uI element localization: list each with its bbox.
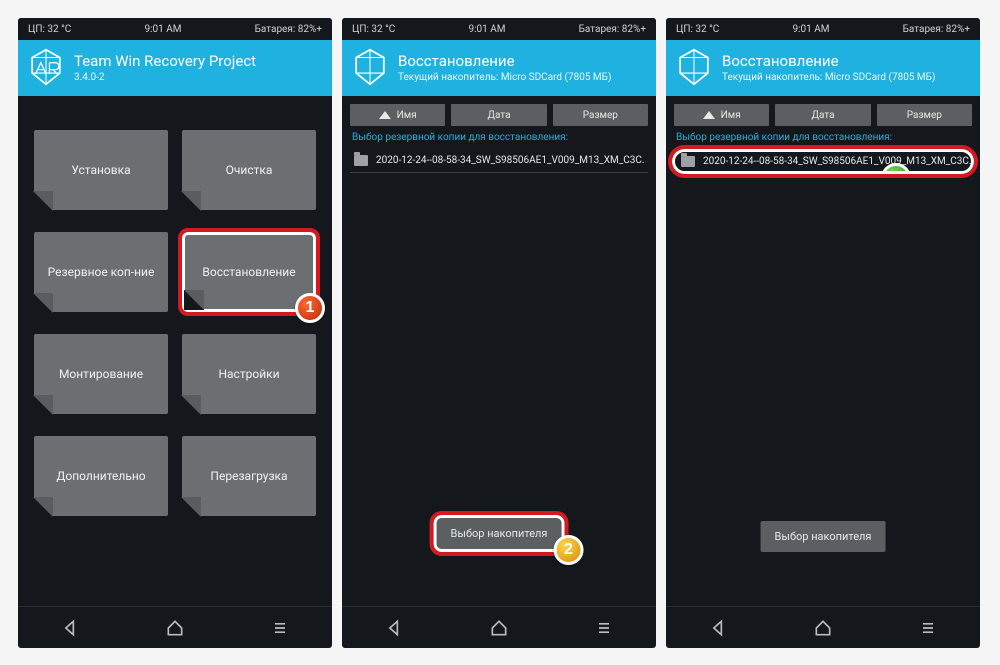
menu-icon[interactable] — [918, 618, 938, 638]
sort-size-button[interactable]: Размер — [553, 104, 648, 126]
navbar — [18, 606, 332, 648]
screen-main: ЦП: 32 °C 9:01 AM Батарея: 82%+ Team Win… — [18, 18, 332, 648]
twrp-logo-icon — [28, 48, 64, 86]
screen-restore-list: ЦП: 32 °C 9:01 AM Батарея: 82%+ Восстано… — [342, 18, 656, 648]
step-badge-1: 1 — [295, 293, 325, 323]
mount-tile[interactable]: Монтирование — [34, 334, 168, 414]
home-icon[interactable] — [813, 618, 833, 638]
twrp-logo-icon — [676, 48, 712, 86]
home-icon[interactable] — [489, 618, 509, 638]
header: Team Win Recovery Project 3.4.0-2 — [18, 40, 332, 96]
storage-label: Текущий накопитель: Micro SDCard (7805 М… — [398, 72, 611, 83]
navbar — [342, 606, 656, 648]
app-title: Team Win Recovery Project — [74, 52, 256, 70]
sort-name-button[interactable]: Имя — [350, 104, 445, 126]
status-time: 9:01 AM — [144, 24, 181, 35]
statusbar: ЦП: 32 °C 9:01 AM Батарея: 82%+ — [342, 18, 656, 40]
sort-date-button[interactable]: Дата — [451, 104, 546, 126]
statusbar: ЦП: 32 °C 9:01 AM Батарея: 82%+ — [666, 18, 980, 40]
app-version: 3.4.0-2 — [74, 72, 256, 83]
folder-icon — [354, 155, 368, 166]
wipe-tile[interactable]: Очистка — [182, 130, 316, 210]
list-caption: Выбор резервной копии для восстановления… — [342, 130, 656, 149]
storage-label: Текущий накопитель: Micro SDCard (7805 М… — [722, 72, 935, 83]
triangle-up-icon — [703, 111, 715, 119]
screen-restore-select: ЦП: 32 °C 9:01 AM Батарея: 82%+ Восстано… — [666, 18, 980, 648]
back-icon[interactable] — [708, 618, 728, 638]
page-title: Восстановление — [398, 52, 611, 70]
sort-size-button[interactable]: Размер — [877, 104, 972, 126]
install-tile[interactable]: Установка — [34, 130, 168, 210]
advanced-tile[interactable]: Дополнительно — [34, 436, 168, 516]
home-icon[interactable] — [165, 618, 185, 638]
step-badge-2: 2 — [553, 535, 583, 565]
sort-name-button[interactable]: Имя — [674, 104, 769, 126]
page-title: Восстановление — [722, 52, 935, 70]
status-battery: Батарея: 82%+ — [255, 24, 322, 35]
twrp-logo-icon — [352, 48, 388, 86]
back-icon[interactable] — [60, 618, 80, 638]
list-caption: Выбор резервной копии для восстановления… — [666, 130, 980, 149]
status-cpu: ЦП: 32 °C — [28, 24, 71, 35]
statusbar: ЦП: 32 °C 9:01 AM Батарея: 82%+ — [18, 18, 332, 40]
folder-icon — [681, 156, 695, 167]
triangle-up-icon — [379, 111, 391, 119]
header: Восстановление Текущий накопитель: Micro… — [342, 40, 656, 96]
backup-list-item-selected[interactable]: 2020-12-24--08-58-34_SW_S98506AE1_V009_M… — [672, 149, 974, 174]
menu-icon[interactable] — [270, 618, 290, 638]
sort-date-button[interactable]: Дата — [775, 104, 870, 126]
backup-tile[interactable]: Резервное коп-ние — [34, 232, 168, 312]
settings-tile[interactable]: Настройки — [182, 334, 316, 414]
back-icon[interactable] — [384, 618, 404, 638]
navbar — [666, 606, 980, 648]
menu-icon[interactable] — [594, 618, 614, 638]
header: Восстановление Текущий накопитель: Micro… — [666, 40, 980, 96]
restore-tile[interactable]: Восстановление 1 — [182, 232, 316, 312]
backup-list-item[interactable]: 2020-12-24--08-58-34_SW_S98506AE1_V009_M… — [350, 149, 648, 173]
select-storage-button[interactable]: Выбор накопителя 2 — [434, 515, 565, 552]
select-storage-button[interactable]: Выбор накопителя — [761, 521, 886, 552]
reboot-tile[interactable]: Перезагрузка — [182, 436, 316, 516]
